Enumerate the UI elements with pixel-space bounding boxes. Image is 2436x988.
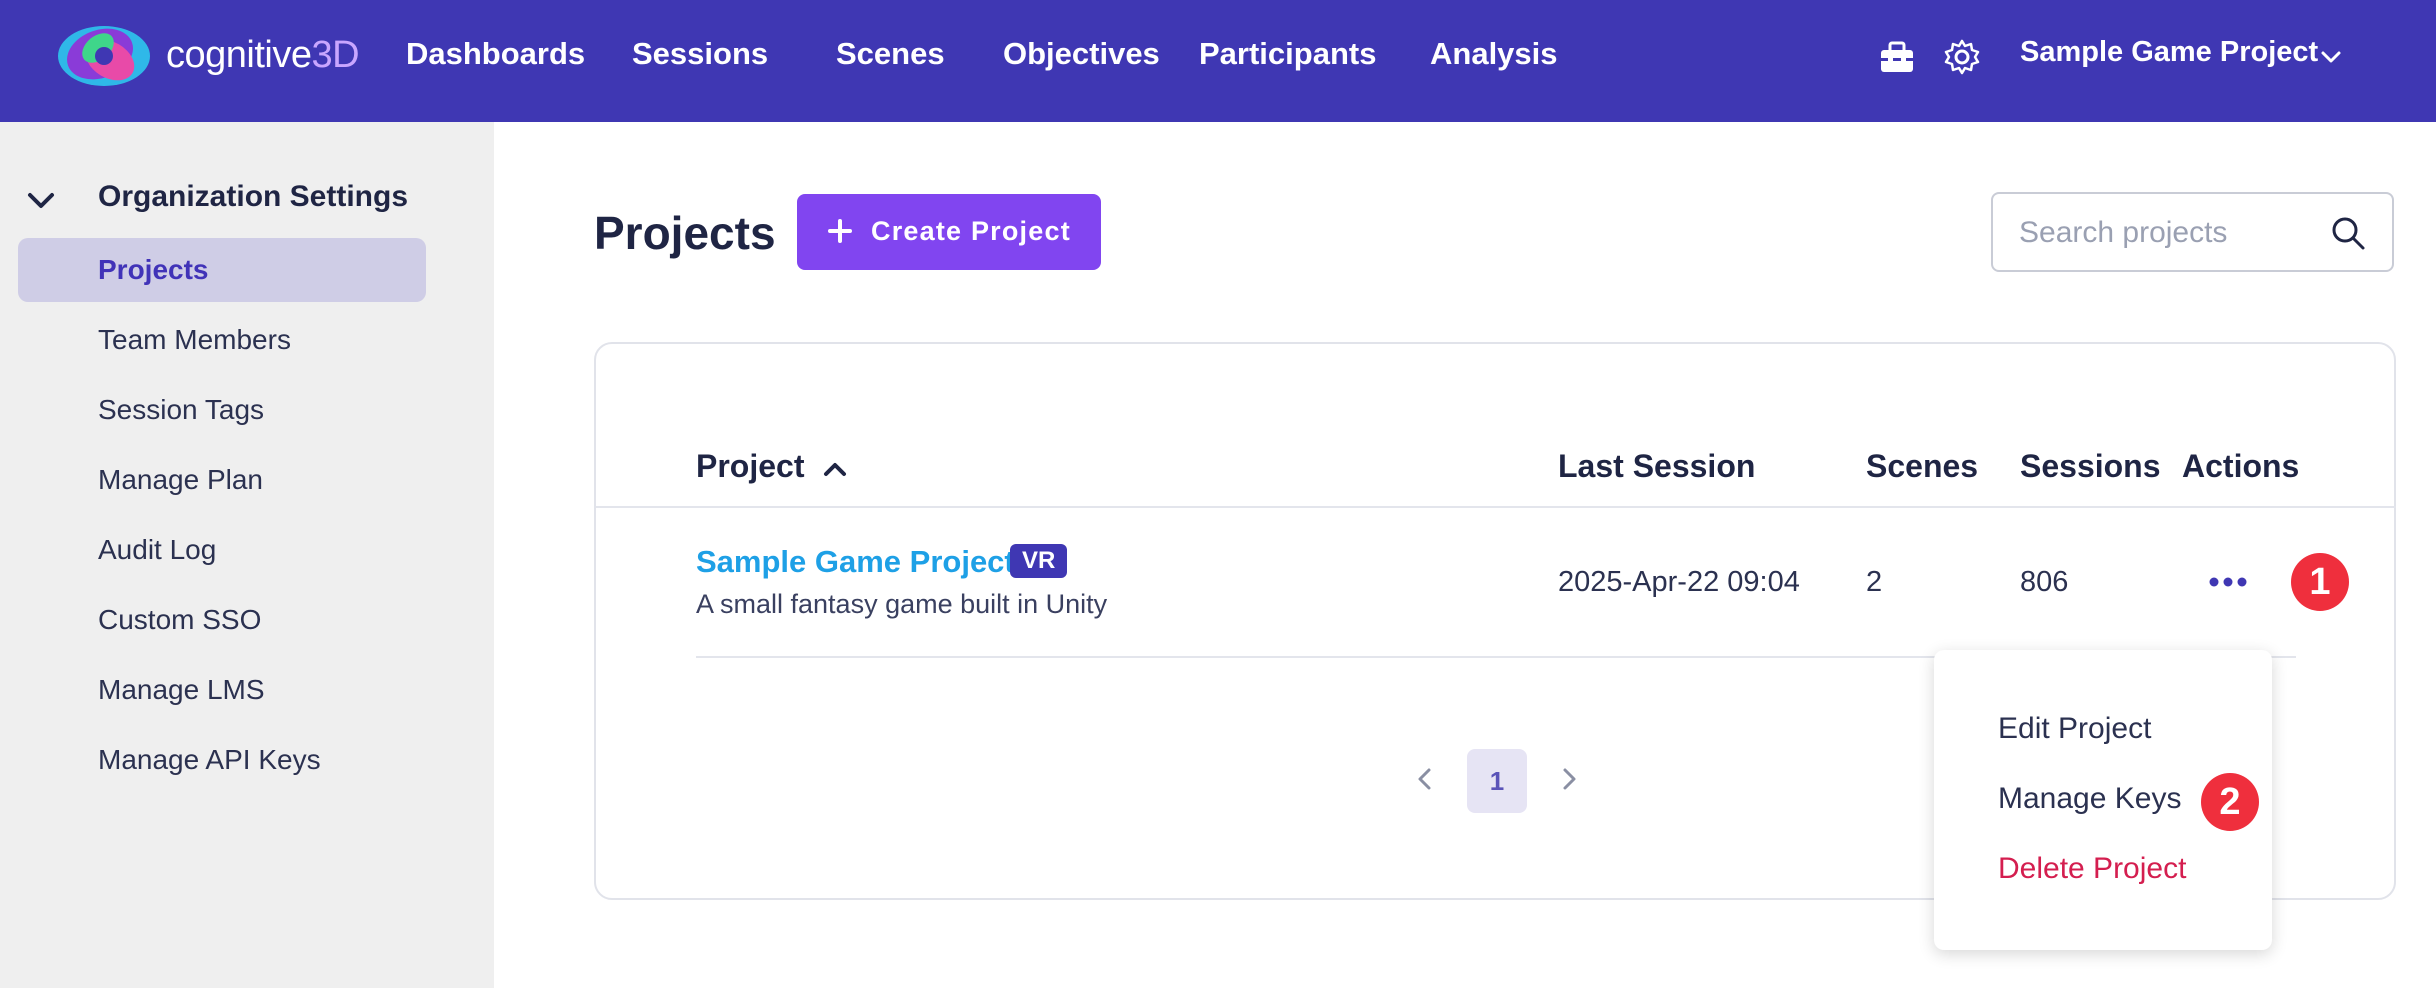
sidebar-item-label: Session Tags xyxy=(98,394,265,425)
sidebar-item-label: Manage API Keys xyxy=(98,744,321,775)
sidebar-item-manage-api-keys[interactable]: Manage API Keys xyxy=(18,728,426,792)
chevron-up-icon[interactable] xyxy=(820,454,850,484)
sidebar-item-custom-sso[interactable]: Custom SSO xyxy=(18,588,426,652)
column-header-sessions[interactable]: Sessions xyxy=(2020,448,2161,485)
create-project-button[interactable]: Create Project xyxy=(797,194,1101,270)
nav-sessions[interactable]: Sessions xyxy=(632,36,768,72)
column-header-last-session[interactable]: Last Session xyxy=(1558,448,1755,485)
vr-badge: VR xyxy=(1010,544,1068,578)
sidebar-item-label: Audit Log xyxy=(98,534,217,565)
project-switcher[interactable]: Sample Game Project xyxy=(2020,36,2318,69)
chevron-right-icon[interactable] xyxy=(1554,764,1584,794)
create-project-label: Create Project xyxy=(871,216,1071,246)
column-header-scenes[interactable]: Scenes xyxy=(1866,448,1978,485)
nav-dashboards[interactable]: Dashboards xyxy=(406,36,585,72)
pagination-current-page[interactable]: 1 xyxy=(1467,749,1527,813)
menu-item-edit-project[interactable]: Edit Project xyxy=(1998,712,2151,746)
header-divider xyxy=(596,506,2396,508)
search-input[interactable] xyxy=(2019,212,2319,254)
sessions-value: 806 xyxy=(2020,566,2069,598)
project-name-link[interactable]: Sample Game Project xyxy=(696,544,1015,580)
menu-item-manage-keys[interactable]: Manage Keys xyxy=(1998,782,2181,816)
step-marker-1: 1 xyxy=(2291,553,2349,611)
search-box xyxy=(1991,192,2394,272)
sidebar-item-team-members[interactable]: Team Members xyxy=(18,308,426,372)
more-actions-icon[interactable] xyxy=(2204,562,2252,602)
page-title: Projects xyxy=(594,207,776,259)
sidebar-item-label: Manage LMS xyxy=(98,674,265,705)
sidebar-item-label: Team Members xyxy=(98,324,291,355)
brand-name[interactable]: cognitive3D xyxy=(166,34,360,77)
nav-scenes[interactable]: Scenes xyxy=(836,36,945,72)
sidebar-item-manage-lms[interactable]: Manage LMS xyxy=(18,658,426,722)
swirl-logo-icon[interactable] xyxy=(52,18,156,94)
menu-item-delete-project[interactable]: Delete Project xyxy=(1998,852,2186,886)
project-description: A small fantasy game built in Unity xyxy=(696,589,1108,619)
sidebar-item-label: Custom SSO xyxy=(98,604,262,635)
sidebar: Organization Settings Projects Team Memb… xyxy=(0,122,494,988)
sidebar-item-session-tags[interactable]: Session Tags xyxy=(18,378,426,442)
column-header-actions: Actions xyxy=(2182,448,2300,484)
scenes-value: 2 xyxy=(1866,566,1883,598)
last-session-value: 2025-Apr-22 09:04 xyxy=(1558,566,1800,598)
chevron-down-icon[interactable] xyxy=(24,184,58,218)
chevron-left-icon[interactable] xyxy=(1410,764,1440,794)
sidebar-item-manage-plan[interactable]: Manage Plan xyxy=(18,448,426,512)
gear-icon[interactable] xyxy=(1943,38,1981,76)
nav-objectives[interactable]: Objectives xyxy=(1003,36,1160,72)
step-marker-2: 2 xyxy=(2201,773,2259,831)
search-icon[interactable] xyxy=(2329,214,2367,252)
top-navigation-bar: cognitive3D Dashboards Sessions Scenes O… xyxy=(0,0,2436,122)
toolbox-icon[interactable] xyxy=(1878,38,1916,76)
sidebar-item-label: Manage Plan xyxy=(98,464,264,495)
sidebar-item-projects[interactable]: Projects xyxy=(18,238,426,302)
brand-name-part2: 3D xyxy=(311,34,360,76)
nav-analysis[interactable]: Analysis xyxy=(1430,36,1558,72)
sidebar-item-audit-log[interactable]: Audit Log xyxy=(18,518,426,582)
brand-name-part1: cognitive xyxy=(166,34,312,76)
column-header-project[interactable]: Project xyxy=(696,448,804,485)
plus-icon xyxy=(828,219,852,243)
chevron-down-icon[interactable] xyxy=(2318,44,2344,70)
sidebar-item-label: Projects xyxy=(98,254,209,285)
sidebar-heading[interactable]: Organization Settings xyxy=(98,180,408,214)
nav-participants[interactable]: Participants xyxy=(1199,36,1376,72)
